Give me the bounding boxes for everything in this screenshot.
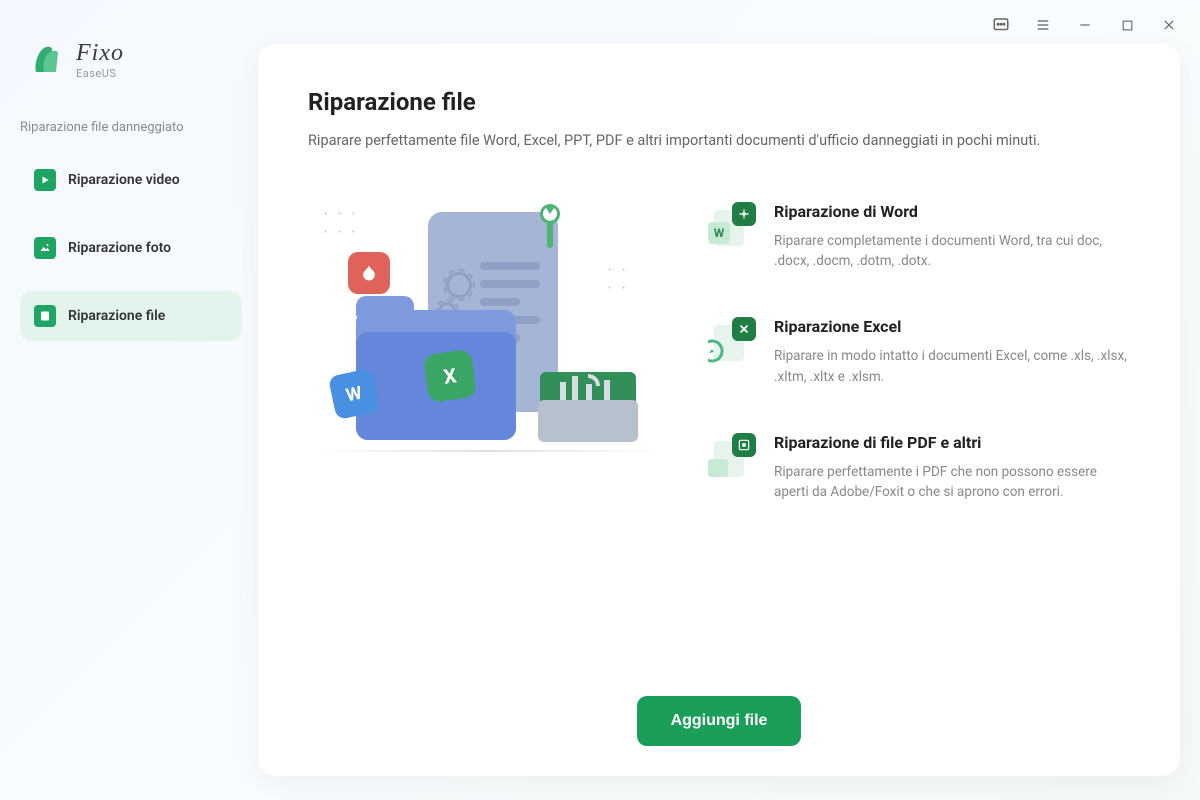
word-icon: W — [328, 368, 380, 420]
window-titlebar — [970, 0, 1200, 50]
feature-title: Riparazione di file PDF e altri — [774, 433, 1130, 452]
sidebar-item-file-repair[interactable]: Riparazione file — [20, 291, 242, 341]
close-button[interactable] — [1150, 10, 1188, 40]
feature-title: Riparazione Excel — [774, 317, 1130, 336]
video-icon — [34, 169, 56, 191]
photo-icon — [34, 237, 56, 259]
page-title: Riparazione file — [308, 88, 1130, 116]
add-file-button[interactable]: Aggiungi file — [637, 696, 802, 746]
menu-button[interactable] — [1024, 10, 1062, 40]
sidebar-item-label: Riparazione foto — [68, 240, 171, 256]
pdf-repair-icon — [708, 433, 756, 481]
sidebar-section-label: Riparazione file danneggiato — [20, 120, 242, 135]
wrench-icon — [536, 204, 564, 254]
logo-icon — [30, 42, 66, 78]
main-panel: Riparazione file Riparare perfettamente … — [258, 44, 1180, 776]
feature-title: Riparazione di Word — [774, 202, 1130, 221]
sidebar-item-label: Riparazione file — [68, 308, 165, 324]
feature-desc: Riparare perfettamente i PDF che non pos… — [774, 462, 1130, 503]
feature-desc: Riparare completamente i documenti Word,… — [774, 231, 1130, 272]
app-logo: Fixo EaseUS — [30, 40, 242, 80]
app-name: Fixo — [76, 40, 124, 67]
feature-excel-repair: Riparazione Excel Riparare in modo intat… — [708, 317, 1130, 387]
page-subtitle: Riparare perfettamente file Word, Excel,… — [308, 130, 1130, 152]
feature-word-repair: W Riparazione di Word Riparare completam… — [708, 202, 1130, 272]
minimize-button[interactable] — [1066, 10, 1104, 40]
excel-icon: X — [423, 349, 477, 403]
file-icon — [34, 305, 56, 327]
sidebar: Fixo EaseUS Riparazione file danneggiato… — [0, 0, 258, 800]
word-repair-icon: W — [708, 202, 756, 250]
excel-repair-icon — [708, 317, 756, 365]
pdf-icon — [348, 252, 390, 294]
app-vendor: EaseUS — [76, 67, 124, 80]
feature-pdf-repair: Riparazione di file PDF e altri Riparare… — [708, 433, 1130, 503]
feedback-button[interactable] — [982, 10, 1020, 40]
toolbox-icon — [538, 362, 638, 442]
svg-text:W: W — [714, 226, 725, 240]
feature-desc: Riparare in modo intatto i documenti Exc… — [774, 346, 1130, 387]
feature-list: W Riparazione di Word Riparare completam… — [708, 202, 1130, 676]
hero-illustration: • • •• • • X W • •• • — [308, 202, 668, 512]
sidebar-item-label: Riparazione video — [68, 172, 180, 188]
maximize-button[interactable] — [1108, 10, 1146, 40]
sidebar-item-photo-repair[interactable]: Riparazione foto — [20, 223, 242, 273]
sidebar-item-video-repair[interactable]: Riparazione video — [20, 155, 242, 205]
